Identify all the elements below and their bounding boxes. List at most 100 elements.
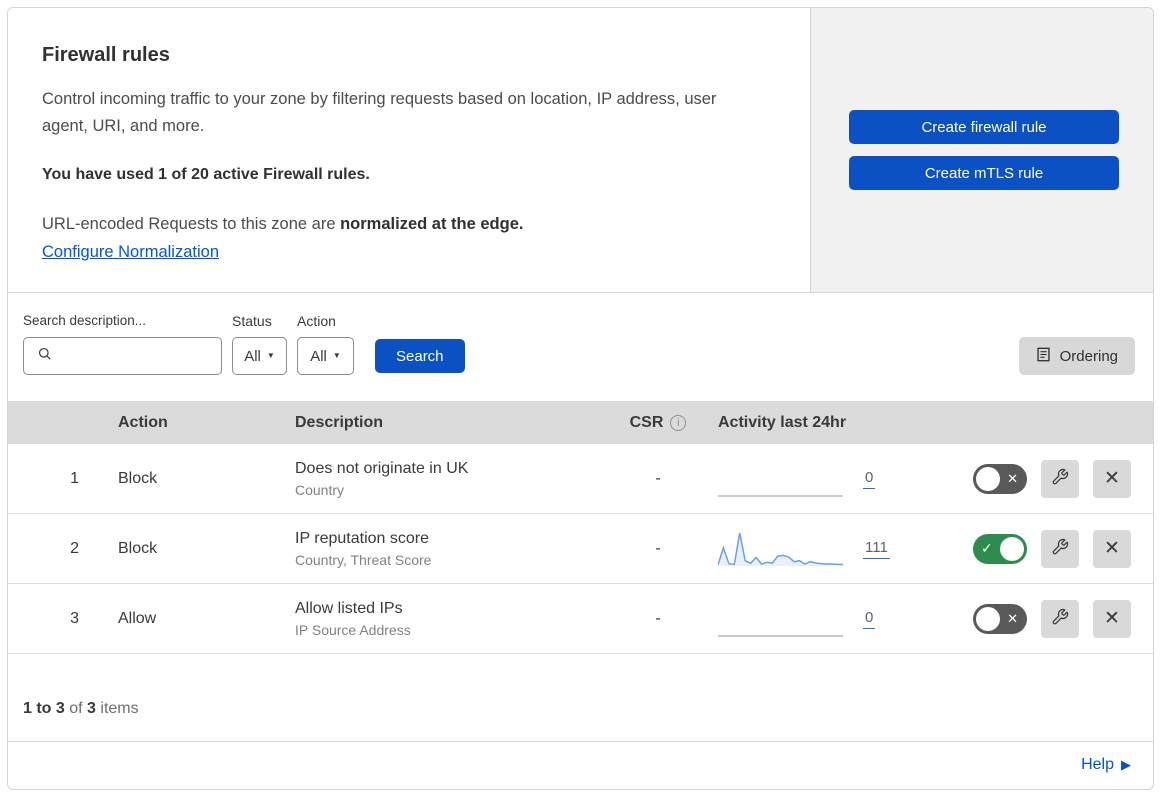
info-icon[interactable]: i (670, 414, 687, 431)
delete-rule-button[interactable]: ✕ (1093, 459, 1131, 498)
rule-criteria: Country, Threat Score (295, 551, 432, 568)
search-icon (37, 346, 53, 367)
rule-description-cell: IP reputation score Country, Threat Scor… (283, 530, 608, 568)
status-dropdown[interactable]: All ▼ (232, 337, 287, 375)
action-group: Action All ▼ (297, 313, 354, 375)
wrench-icon (1051, 608, 1069, 630)
rule-description-cell: Allow listed IPs IP Source Address (283, 600, 608, 638)
rule-enabled-toggle[interactable]: ✓ ✕ (973, 463, 1027, 494)
status-group: Status All ▼ (232, 313, 287, 375)
rule-action: Block (118, 539, 158, 557)
rule-action: Allow (118, 609, 157, 627)
action-label: Action (297, 313, 336, 329)
close-icon: ✕ (1104, 468, 1120, 489)
rule-activity-cell: 0 (708, 600, 938, 638)
rule-enabled-toggle[interactable]: ✓ ✕ (973, 603, 1027, 634)
status-label: Status (232, 313, 272, 329)
hero-text-panel: Firewall rules Control incoming traffic … (8, 8, 811, 292)
rule-criteria: Country (295, 481, 345, 498)
normalization-prefix: URL-encoded Requests to this zone are (42, 215, 341, 234)
activity-sparkline (718, 634, 843, 637)
rule-activity-cell: 111 (708, 530, 938, 568)
rule-controls: ✓ ✕ ✕ (938, 459, 1153, 498)
toggle-check-icon: ✓ (981, 539, 993, 556)
action-dropdown[interactable]: All ▼ (297, 337, 354, 375)
rule-description: Allow listed IPs (295, 599, 403, 617)
chevron-down-icon: ▼ (332, 351, 341, 360)
create-mtls-rule-button[interactable]: Create mTLS rule (849, 156, 1119, 190)
close-icon: ✕ (1104, 538, 1120, 559)
activity-sparkline (718, 494, 843, 497)
toggle-x-icon: ✕ (1007, 470, 1018, 486)
ordering-button[interactable]: Ordering (1018, 337, 1135, 375)
pagination-range: 1 to 3 (23, 700, 65, 717)
status-value: All (244, 347, 261, 365)
create-firewall-rule-button[interactable]: Create firewall rule (849, 110, 1119, 144)
normalization-bold: normalized at the edge. (340, 215, 524, 234)
table-header: Action Description CSR i Activity last 2… (8, 401, 1153, 444)
edit-rule-button[interactable] (1041, 459, 1079, 498)
toggle-knob (1000, 536, 1024, 561)
pagination-items: items (100, 700, 139, 717)
edit-rule-button[interactable] (1041, 529, 1079, 568)
rule-priority: 1 (70, 469, 79, 487)
usage-summary: You have used 1 of 20 active Firewall ru… (42, 166, 370, 184)
rule-priority: 3 (70, 609, 79, 627)
toggle-knob (976, 606, 1000, 631)
rule-description: IP reputation score (295, 529, 430, 547)
search-button[interactable]: Search (375, 339, 465, 373)
rule-enabled-toggle[interactable]: ✓ ✕ (973, 533, 1027, 564)
column-header-description: Description (295, 413, 384, 431)
rule-criteria: IP Source Address (295, 621, 411, 638)
ordering-button-label: Ordering (1059, 347, 1118, 365)
rule-description: Does not originate in UK (295, 459, 469, 477)
table-row: 2 Block IP reputation score Country, Thr… (8, 514, 1153, 584)
hero-section: Firewall rules Control incoming traffic … (8, 8, 1153, 293)
pagination-total: 3 (87, 700, 96, 717)
column-header-csr: CSR i (608, 414, 708, 432)
search-input[interactable] (61, 347, 211, 365)
toggle-knob (976, 466, 1000, 491)
rule-csr-value: - (655, 609, 661, 627)
rule-csr-value: - (655, 469, 661, 487)
list-document-icon (1036, 347, 1051, 366)
delete-rule-button[interactable]: ✕ (1093, 599, 1131, 638)
table-row: 3 Allow Allow listed IPs IP Source Addre… (8, 584, 1153, 654)
activity-count-link[interactable]: 0 (863, 609, 876, 629)
rule-action: Block (118, 469, 158, 487)
page-title: Firewall rules (42, 44, 170, 66)
normalization-text: URL-encoded Requests to this zone are no… (42, 215, 750, 234)
rule-controls: ✓ ✕ ✕ (938, 529, 1153, 568)
activity-sparkline (718, 532, 843, 566)
pagination-of: of (69, 700, 83, 717)
rule-activity-cell: 0 (708, 460, 938, 498)
search-field[interactable] (23, 337, 222, 375)
pagination-summary: 1 to 3 of 3 items (8, 654, 1153, 742)
activity-count-link[interactable]: 0 (863, 469, 876, 489)
configure-normalization-link[interactable]: Configure Normalization (42, 243, 219, 261)
rule-controls: ✓ ✕ ✕ (938, 599, 1153, 638)
chevron-down-icon: ▼ (266, 351, 275, 360)
page-description: Control incoming traffic to your zone by… (42, 90, 717, 135)
actions-panel: Create firewall rule Create mTLS rule (811, 8, 1153, 292)
help-arrow-icon: ▶ (1121, 757, 1131, 772)
wrench-icon (1051, 468, 1069, 490)
table-row: 1 Block Does not originate in UK Country… (8, 444, 1153, 514)
rule-description-cell: Does not originate in UK Country (283, 460, 608, 498)
activity-count-link[interactable]: 111 (863, 539, 890, 559)
wrench-icon (1051, 538, 1069, 560)
help-row: Help ▶ (8, 742, 1153, 789)
firewall-rules-card: Firewall rules Control incoming traffic … (7, 7, 1154, 790)
help-label: Help (1081, 756, 1114, 773)
csr-header-label: CSR (629, 413, 664, 431)
rule-csr-value: - (655, 539, 661, 557)
search-group: Search description... (23, 313, 222, 375)
help-link[interactable]: Help ▶ (1081, 756, 1131, 774)
rule-priority: 2 (70, 539, 79, 557)
column-header-action: Action (118, 413, 168, 431)
edit-rule-button[interactable] (1041, 599, 1079, 638)
column-header-activity: Activity last 24hr (718, 413, 847, 431)
filter-bar: Search description... Status All ▼ Actio… (8, 293, 1153, 401)
delete-rule-button[interactable]: ✕ (1093, 529, 1131, 568)
toggle-x-icon: ✕ (1007, 610, 1018, 626)
